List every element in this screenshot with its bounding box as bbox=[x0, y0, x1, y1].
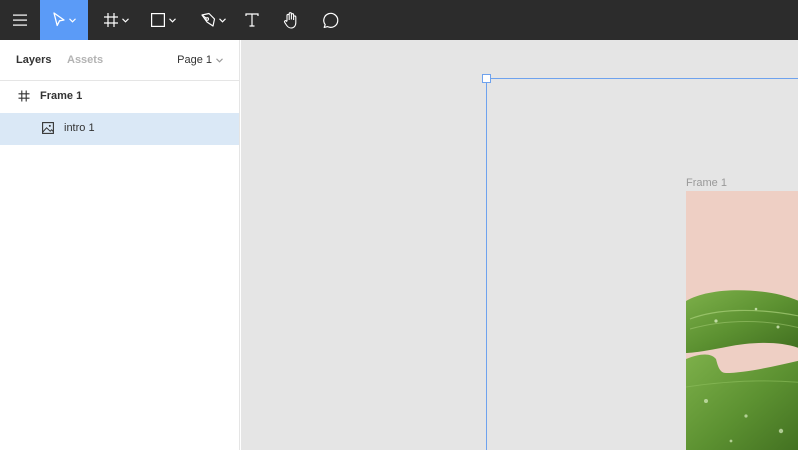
rectangle-tool-icon bbox=[151, 13, 166, 28]
layer-label: intro 1 bbox=[64, 122, 95, 134]
monstera-leaf-image bbox=[686, 290, 798, 450]
text-tool-icon bbox=[245, 13, 259, 27]
layers-panel: Layers Assets Page 1 Frame 1 intro 1 bbox=[0, 40, 240, 450]
frame-title-label[interactable]: Frame 1 bbox=[686, 177, 727, 189]
tab-layers[interactable]: Layers bbox=[16, 54, 51, 66]
pen-tool-icon bbox=[201, 12, 216, 27]
tab-assets[interactable]: Assets bbox=[67, 54, 103, 66]
frame-tool-icon bbox=[104, 13, 118, 27]
layer-row-intro-1[interactable]: intro 1 bbox=[0, 113, 239, 145]
panel-tabs: Layers Assets Page 1 bbox=[0, 40, 239, 81]
text-tool-button[interactable] bbox=[232, 0, 272, 40]
chevron-down-icon bbox=[69, 17, 76, 23]
main-menu-button[interactable] bbox=[0, 0, 40, 40]
selection-outline-left bbox=[486, 78, 487, 450]
hand-tool-icon bbox=[284, 12, 297, 29]
hand-tool-button[interactable] bbox=[271, 0, 311, 40]
chevron-down-icon bbox=[122, 17, 129, 23]
comment-tool-icon bbox=[323, 12, 339, 28]
page-select-label: Page 1 bbox=[177, 54, 212, 66]
selection-outline-top bbox=[486, 78, 798, 79]
move-tool-button[interactable] bbox=[40, 0, 88, 40]
canvas[interactable]: Frame 1 bbox=[241, 40, 798, 450]
menu-icon bbox=[13, 14, 27, 26]
frame-icon bbox=[18, 90, 30, 102]
chevron-down-icon bbox=[219, 17, 226, 23]
move-tool-icon bbox=[53, 12, 65, 27]
toolbar bbox=[0, 0, 798, 40]
pen-tool-button[interactable] bbox=[193, 0, 233, 40]
frame-1[interactable] bbox=[686, 191, 798, 450]
layer-label: Frame 1 bbox=[40, 90, 83, 102]
selection-resize-handle[interactable] bbox=[482, 74, 491, 83]
layer-row-frame-1[interactable]: Frame 1 bbox=[0, 81, 239, 113]
chevron-down-icon bbox=[169, 17, 176, 23]
frame-tool-button[interactable] bbox=[96, 0, 136, 40]
rectangle-tool-button[interactable] bbox=[143, 0, 183, 40]
page-select[interactable]: Page 1 bbox=[177, 54, 223, 66]
chevron-down-icon bbox=[216, 57, 223, 63]
comment-tool-button[interactable] bbox=[311, 0, 351, 40]
image-icon bbox=[42, 122, 54, 134]
